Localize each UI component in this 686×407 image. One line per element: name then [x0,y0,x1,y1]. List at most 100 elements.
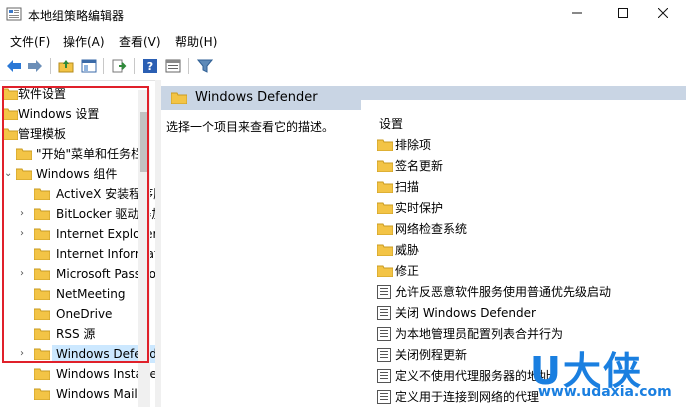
tree-item[interactable]: ⌄ Windows 组件 [0,164,155,184]
tree-item-label: NetMeeting [56,287,126,301]
folder-icon [377,202,393,214]
list-item-folder[interactable]: 威胁 [377,240,686,260]
list-item-setting[interactable]: 允许反恶意软件服务使用普通优先级启动 [377,282,686,302]
window-title: 本地组策略编辑器 [28,9,125,23]
policy-setting-icon [377,306,391,320]
list-item-label: 网络检查系统 [395,222,468,236]
policy-setting-icon [377,285,391,299]
properties-button[interactable] [164,57,182,75]
open-folder-icon [34,348,50,360]
description-text: 选择一个项目来查看它的描述。 [166,120,335,134]
folder-icon [34,248,50,260]
tree-item[interactable]: RSS 源 [0,324,155,344]
collapse-icon[interactable]: ⌄ [4,169,12,179]
watermark-url: www.udaxia.com [538,384,672,400]
folder-icon [2,88,18,100]
folder-icon [34,328,50,340]
expand-icon[interactable]: › [20,229,28,239]
export-list-icon [112,59,127,73]
list-item-folder[interactable]: 排除项 [377,135,686,155]
column-header-setting[interactable]: 设置 [379,115,403,132]
list-item-label: 定义不使用代理服务器的地址 [395,369,552,383]
tree-item[interactable]: OneDrive [0,304,155,324]
tree-item[interactable]: "开始"菜单和任务栏 [0,144,155,164]
tree-item[interactable]: › BitLocker 驱动器加密 [0,204,155,224]
list-item-label: 定义用于连接到网络的代理 [395,390,540,404]
toolbar-separator [103,58,104,74]
folder-icon [34,308,50,320]
tree-item-label: Windows 组件 [36,167,118,181]
policy-setting-icon [377,327,391,341]
list-item-label: 扫描 [395,180,420,194]
folder-icon [34,288,50,300]
filter-icon [197,59,213,73]
toolbar-separator [50,58,51,74]
folder-icon [2,128,18,140]
list-item-label: 签名更新 [395,159,444,173]
minimize-icon [572,12,582,14]
list-item-label: 允许反恶意软件服务使用普通优先级启动 [395,285,612,299]
tree-scrollbar-thumb[interactable] [140,112,148,172]
maximize-icon [618,8,628,18]
list-item-label: 实时保护 [395,201,444,215]
list-item-folder[interactable]: 签名更新 [377,156,686,176]
list-item-label: 威胁 [395,243,420,257]
tree-item[interactable]: Windows Mail [0,384,155,404]
menu-action[interactable]: 操作(A) [63,33,105,50]
minimize-button[interactable] [554,0,600,26]
tree-item[interactable]: 软件设置 [0,84,155,104]
tree-item-selected[interactable]: › Windows Defender [0,344,155,364]
tree-item[interactable]: ActiveX 安装程序服务 [0,184,155,204]
group-policy-app-icon [6,7,22,21]
expand-icon[interactable]: › [20,349,28,359]
tree-item[interactable]: Windows Installer [0,364,155,384]
up-folder-icon [58,60,74,73]
list-item-folder[interactable]: 实时保护 [377,198,686,218]
policy-setting-icon [377,369,391,383]
folder-icon [2,108,18,120]
list-item-setting[interactable]: 关闭 Windows Defender [377,303,686,323]
filter-button[interactable] [196,57,214,75]
tree-item[interactable]: › Microsoft Passport [0,264,155,284]
up-folder-button[interactable] [57,57,75,75]
back-icon [7,60,21,72]
expand-icon[interactable]: › [20,209,28,219]
forward-button[interactable] [26,57,44,75]
tree-item[interactable]: 管理模板 [0,124,155,144]
forward-icon [28,60,42,72]
list-item-folder[interactable]: 修正 [377,261,686,281]
tree-item[interactable]: Internet Information Services [0,244,155,264]
policy-setting-icon [377,390,391,404]
menu-view[interactable]: 查看(V) [119,33,161,50]
folder-icon [16,168,32,180]
toolbar-separator [134,58,135,74]
close-button[interactable] [640,0,686,26]
export-list-button[interactable] [110,57,128,75]
folder-icon [377,244,393,256]
description-pane: 选择一个项目来查看它的描述。 [161,110,361,407]
policy-setting-icon [377,348,391,362]
list-item-label: 关闭例程更新 [395,348,468,362]
tree-item-label: Windows Mail [56,387,138,401]
menu-help[interactable]: 帮助(H) [175,33,217,50]
toolbar: ? [0,52,686,81]
folder-icon [34,228,50,240]
folder-icon [34,368,50,380]
expand-icon[interactable]: › [20,269,28,279]
tree-item[interactable]: Windows 设置 [0,104,155,124]
help-icon: ? [143,59,157,73]
list-item-folder[interactable]: 网络检查系统 [377,219,686,239]
menu-file[interactable]: 文件(F) [10,33,50,50]
menu-bar: 文件(F) 操作(A) 查看(V) 帮助(H) [0,30,686,52]
list-item-label: 修正 [395,264,420,278]
tree-item[interactable]: › Internet Explorer [0,224,155,244]
tree-item[interactable]: NetMeeting [0,284,155,304]
list-item-folder[interactable]: 扫描 [377,177,686,197]
tree-item-label: 管理模板 [18,127,67,141]
show-hide-tree-button[interactable] [80,57,98,75]
back-button[interactable] [5,57,23,75]
tree-item-label: Windows 设置 [18,107,100,121]
help-button[interactable]: ? [141,57,159,75]
show-hide-tree-icon [81,59,97,73]
folder-icon [34,268,50,280]
